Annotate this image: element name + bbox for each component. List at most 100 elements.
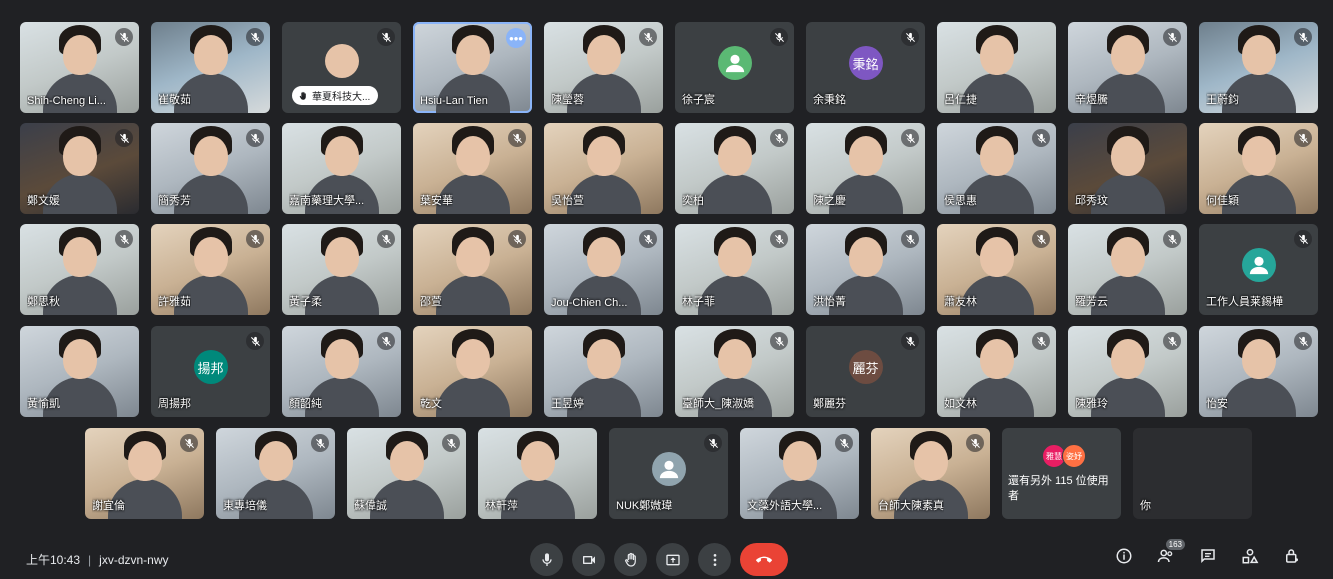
participant-tile[interactable]: NUK鄭媺瑋 <box>609 428 728 519</box>
participant-name: 葉安華 <box>420 195 453 207</box>
microphone-button[interactable] <box>530 543 563 576</box>
participant-name: 許雅茹 <box>158 296 191 308</box>
participant-tile[interactable]: 羅芳云 <box>1068 224 1187 315</box>
participant-tile[interactable]: 辛煜騰 <box>1068 22 1187 113</box>
muted-mic-icon <box>1294 332 1312 350</box>
muted-mic-icon <box>639 230 657 248</box>
host-controls-button[interactable] <box>1281 545 1303 567</box>
muted-mic-icon <box>1294 28 1312 46</box>
participant-tile[interactable]: 揚邦 周揚邦 <box>151 326 270 417</box>
participant-tile[interactable]: 東專培儀 <box>216 428 335 519</box>
muted-mic-icon <box>770 230 788 248</box>
muted-mic-icon <box>1294 129 1312 147</box>
participant-name: Jou-Chien Ch... <box>551 297 628 309</box>
participant-tile[interactable]: ••• Hsiu-Lan Tien <box>413 22 532 113</box>
raise-hand-button[interactable] <box>614 543 647 576</box>
participant-tile[interactable]: 王昱婷 <box>544 326 663 417</box>
participant-name: NUK鄭媺瑋 <box>616 500 673 512</box>
participant-tile[interactable]: 何佳穎 <box>1199 123 1318 214</box>
hand-icon <box>299 91 306 100</box>
participant-tile[interactable]: 你 <box>1133 428 1252 519</box>
participant-name: 台師大陳素真 <box>878 500 944 512</box>
participant-name: 文藻外語大學... <box>747 500 823 512</box>
participant-tile[interactable]: 許雅茹 <box>151 224 270 315</box>
participant-tile[interactable]: 如文林 <box>937 326 1056 417</box>
participant-tile[interactable]: 陳瑩蓉 <box>544 22 663 113</box>
present-button[interactable] <box>656 543 689 576</box>
participant-tile[interactable]: 洪怡菁 <box>806 224 925 315</box>
participant-name: 你 <box>1140 500 1151 512</box>
participant-tile[interactable]: 鄭思秋 <box>20 224 139 315</box>
participant-tile[interactable]: 黃愉凱 <box>20 326 139 417</box>
participant-tile[interactable]: 雅慧 姿妤 還有另外 115 位使用者 <box>1002 428 1121 519</box>
participant-name: 蕭友林 <box>944 296 977 308</box>
participant-tile[interactable]: 王蔚鈞 <box>1199 22 1318 113</box>
participant-tile[interactable]: Shih-Cheng Li... <box>20 22 139 113</box>
participants-button[interactable]: 163 <box>1155 539 1185 567</box>
muted-mic-icon <box>1032 230 1050 248</box>
participant-name: Hsiu-Lan Tien <box>420 95 488 107</box>
participant-tile[interactable]: 徐子宸 <box>675 22 794 113</box>
participant-row: 謝宜倫 東專培儀 蘇偉誠 林軒萍 NUK鄭媺瑋 文藻外語大學... 台師大陳素真 雅慧 姿妤 還有… <box>85 428 1252 519</box>
activities-button[interactable] <box>1239 545 1261 567</box>
participant-name: 簡秀芳 <box>158 195 191 207</box>
meeting-details-button[interactable] <box>1113 545 1135 567</box>
separator: | <box>88 552 92 567</box>
participant-tile[interactable]: 文藻外語大學... <box>740 428 859 519</box>
participants-count-badge: 163 <box>1165 539 1185 550</box>
participant-tile[interactable]: 邵萱 <box>413 224 532 315</box>
participant-tile[interactable]: 鄭文媛 <box>20 123 139 214</box>
participant-tile[interactable]: 顏韶純 <box>282 326 401 417</box>
muted-mic-icon <box>639 28 657 46</box>
participant-avatar: 麗芬 <box>848 350 883 384</box>
participant-tile[interactable]: 林子菲 <box>675 224 794 315</box>
video-feed <box>433 224 513 315</box>
participant-tile[interactable]: 臺師大_陳淑嬌 <box>675 326 794 417</box>
chat-button[interactable] <box>1197 545 1219 567</box>
participant-name: 崔敬茹 <box>158 94 191 106</box>
participant-tile[interactable]: 怡安 <box>1199 326 1318 417</box>
participant-tile[interactable]: 陳雅玲 <box>1068 326 1187 417</box>
more-options-button[interactable] <box>698 543 731 576</box>
participant-tile[interactable]: 崔敬茹 <box>151 22 270 113</box>
participant-tile[interactable]: 乾文 <box>413 326 532 417</box>
participant-name: 洪怡菁 <box>813 296 846 308</box>
participant-tile[interactable]: 台師大陳素真 <box>871 428 990 519</box>
participant-tile[interactable]: 秉銘 余秉銘 <box>806 22 925 113</box>
muted-mic-icon <box>901 28 919 46</box>
participant-avatar <box>717 46 752 80</box>
participant-tile[interactable]: 嘉南藥理大學... <box>282 123 401 214</box>
tile-more-options-button[interactable]: ••• <box>506 28 526 48</box>
participant-tile[interactable]: 蕭友林 <box>937 224 1056 315</box>
participant-name: 王蔚鈞 <box>1206 94 1239 106</box>
participant-name: 陳瑩蓉 <box>551 94 584 106</box>
participant-tile[interactable]: 簡秀芳 <box>151 123 270 214</box>
participant-name: 辛煜騰 <box>1075 94 1108 106</box>
participant-tile[interactable]: 侯思惠 <box>937 123 1056 214</box>
participant-tile[interactable]: 奕柏 <box>675 123 794 214</box>
participant-name: 呂仁捷 <box>944 94 977 106</box>
muted-mic-icon <box>770 332 788 350</box>
participant-tile[interactable]: 工作人員莱錫樺 <box>1199 224 1318 315</box>
leave-call-button[interactable] <box>740 543 788 576</box>
participant-tile[interactable]: 蘇偉誠 <box>347 428 466 519</box>
muted-mic-icon <box>1163 332 1181 350</box>
muted-mic-icon <box>115 230 133 248</box>
participant-tile[interactable]: 陳之慶 <box>806 123 925 214</box>
participant-tile[interactable]: 黃子柔 <box>282 224 401 315</box>
participant-tile[interactable]: 葉安華 <box>413 123 532 214</box>
video-feed <box>1219 326 1299 417</box>
participant-tile[interactable]: 華夏科技大... <box>282 22 401 113</box>
muted-mic-icon <box>1032 129 1050 147</box>
muted-mic-icon <box>442 434 460 452</box>
participant-tile[interactable]: 邱秀玟 <box>1068 123 1187 214</box>
participant-tile[interactable]: 謝宜倫 <box>85 428 204 519</box>
muted-mic-icon <box>1294 230 1312 248</box>
participant-tile[interactable]: Jou-Chien Ch... <box>544 224 663 315</box>
participant-tile[interactable]: 林軒萍 <box>478 428 597 519</box>
participant-tile[interactable]: 麗芬 鄭麗芬 <box>806 326 925 417</box>
current-time: 上午10:43 <box>26 553 81 567</box>
participant-tile[interactable]: 呂仁捷 <box>937 22 1056 113</box>
participant-tile[interactable]: 吳怡萱 <box>544 123 663 214</box>
camera-button[interactable] <box>572 543 605 576</box>
